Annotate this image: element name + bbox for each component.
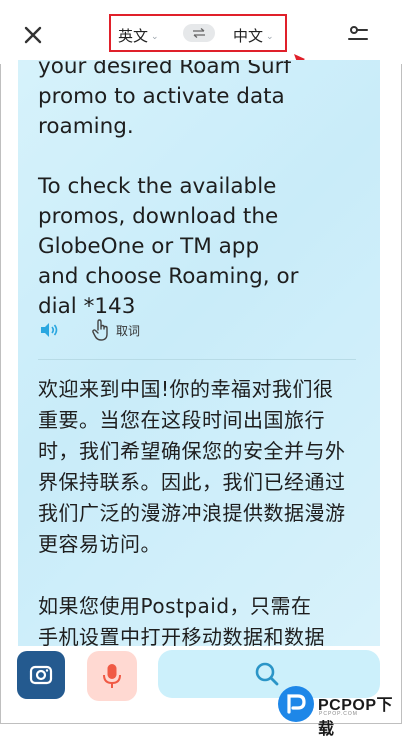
top-bar: 英文 ⌄ 中文 ⌄: [0, 0, 402, 64]
speaker-icon[interactable]: [38, 319, 60, 341]
word-pick-label[interactable]: 取词: [116, 322, 140, 339]
chevron-down-icon: ⌄: [151, 31, 159, 42]
swap-languages-button[interactable]: [183, 24, 215, 42]
sliders-icon: [348, 26, 368, 40]
source-language-dropdown[interactable]: 英文 ⌄: [118, 25, 159, 46]
camera-icon: [29, 665, 53, 685]
close-button[interactable]: [20, 22, 46, 48]
hand-pointer-icon[interactable]: [90, 318, 112, 342]
target-text: 欢迎来到中国!你的幸福对我们很 重要。当您在这段时间出国旅行 时，我们希望确保您…: [38, 377, 346, 646]
settings-button[interactable]: [345, 22, 371, 48]
chevron-down-icon: ⌄: [266, 31, 274, 42]
voice-input-button[interactable]: [87, 651, 137, 701]
source-actions: 取词: [38, 318, 140, 342]
translation-card: your desired Roam Surf promo to activate…: [18, 60, 380, 646]
target-language-label: 中文: [233, 27, 264, 45]
source-text: your desired Roam Surf promo to activate…: [38, 60, 299, 319]
divider: [38, 359, 356, 360]
camera-button[interactable]: [17, 651, 65, 699]
close-icon: [24, 26, 42, 44]
microphone-icon: [103, 664, 121, 688]
source-language-label: 英文: [118, 27, 149, 45]
language-selector: 英文 ⌄ 中文 ⌄: [109, 14, 287, 52]
search-icon: [255, 662, 279, 686]
watermark-logo-icon: [278, 686, 314, 722]
watermark: PCPOP下载 PCPOP.COM: [278, 686, 402, 738]
target-language-dropdown[interactable]: 中文 ⌄: [233, 25, 274, 46]
swap-arrows-icon: [193, 28, 205, 38]
watermark-sub: PCPOP.COM: [319, 711, 358, 717]
